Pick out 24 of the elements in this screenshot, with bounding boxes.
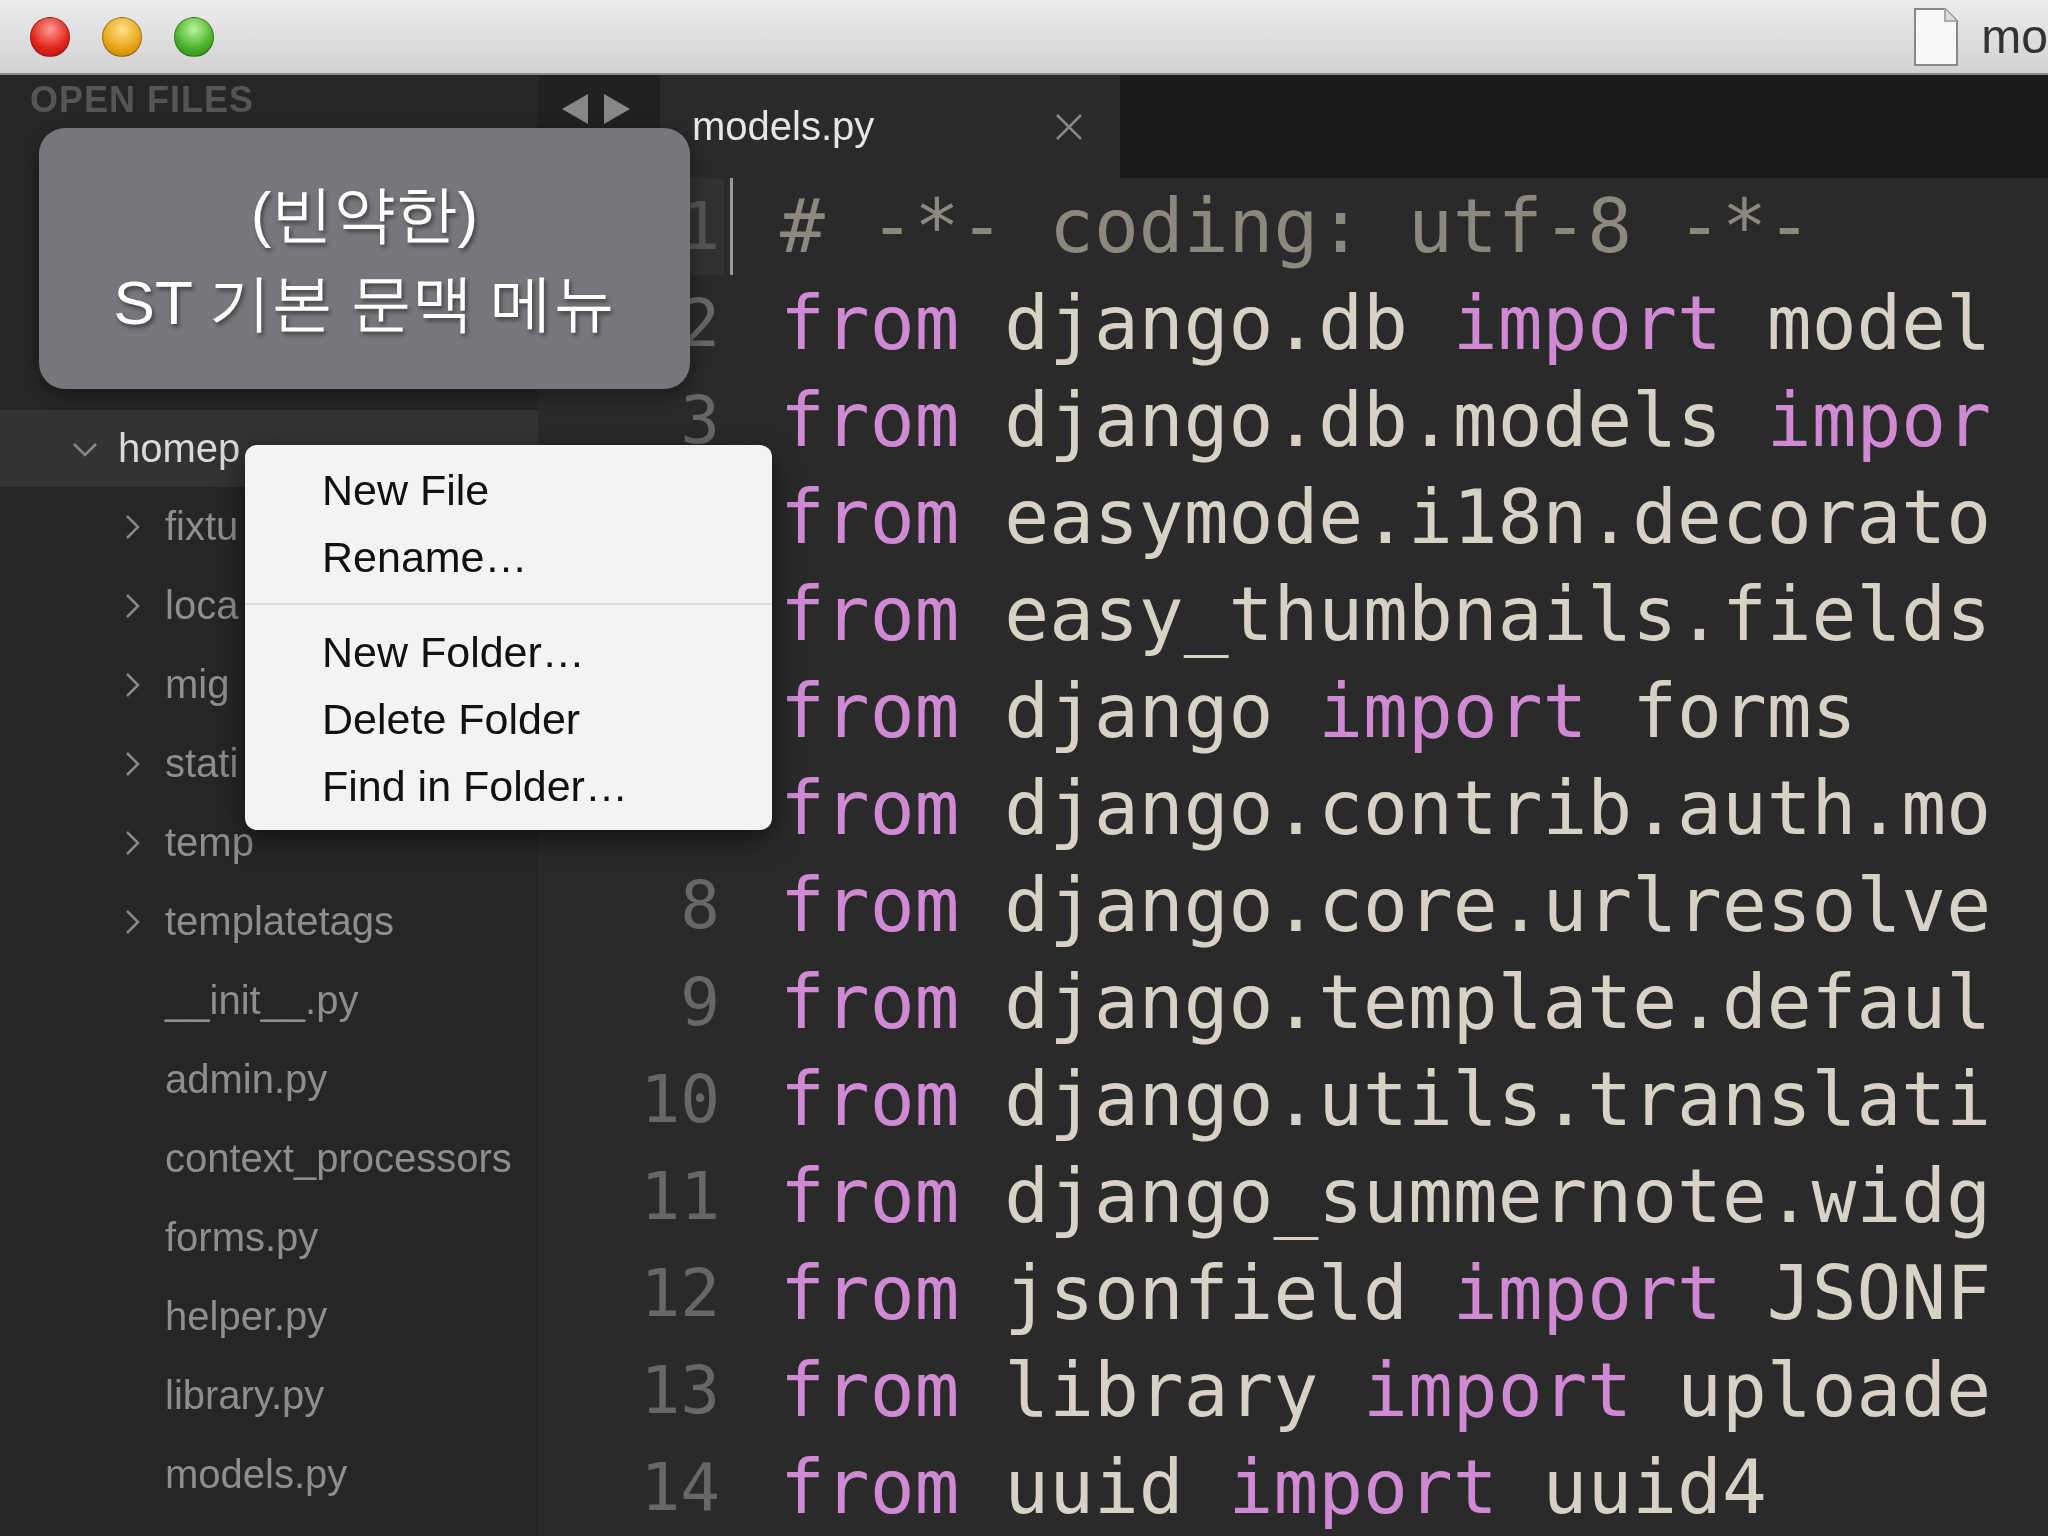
line-number: 8 bbox=[679, 866, 721, 946]
line-number: 10 bbox=[639, 1060, 721, 1140]
code-line: from jsonfield import JSONF bbox=[780, 1250, 1992, 1337]
code-line: from easymode.i18n.decorato bbox=[780, 474, 1992, 561]
code-line: # -*- coding: utf-8 -*- bbox=[780, 183, 1812, 270]
window-title: mo bbox=[1981, 9, 2048, 64]
code-line: from uuid import uuid4 bbox=[780, 1444, 1767, 1531]
code-line: from django.template.defaul bbox=[780, 959, 1992, 1046]
code-line: from django.db import model bbox=[780, 280, 1992, 367]
line-number: 9 bbox=[679, 963, 721, 1043]
line-number: 12 bbox=[639, 1254, 721, 1334]
code-line: from django.db.models impor bbox=[780, 377, 1992, 464]
code-line: from easy_thumbnails.fields bbox=[780, 571, 1992, 658]
code-line: from django_summernote.widg bbox=[780, 1153, 1992, 1240]
line-number: 11 bbox=[639, 1157, 721, 1237]
code-line: from django.core.urlresolve bbox=[780, 862, 1992, 949]
code-line: from django.contrib.auth.mo bbox=[780, 765, 1992, 852]
line-number: 13 bbox=[639, 1351, 721, 1431]
caption-text: (빈약한) bbox=[250, 178, 479, 251]
code-line: from library import uploade bbox=[780, 1347, 1992, 1434]
line-number: 3 bbox=[679, 381, 721, 461]
code-line: from django import forms bbox=[780, 668, 1857, 755]
line-number: 14 bbox=[639, 1448, 721, 1528]
code-line: from django.utils.translati bbox=[780, 1056, 1992, 1143]
